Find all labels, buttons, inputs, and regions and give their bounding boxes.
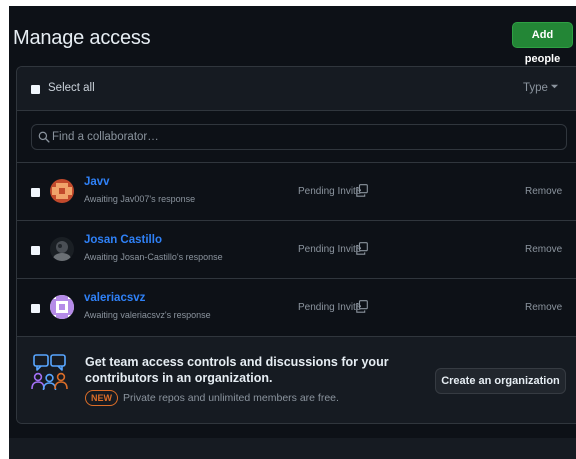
copy-icon[interactable] [356, 184, 368, 197]
create-organization-button[interactable]: Create an organization [435, 368, 566, 394]
promo-heading: Get team access controls and discussions… [85, 355, 389, 385]
manage-access-panel: Manage access Add people Select all Type [9, 6, 576, 459]
team-icon [31, 354, 68, 391]
avatar [50, 295, 74, 319]
avatar [50, 237, 74, 261]
collaborator-username[interactable]: Josan Castillo [84, 234, 162, 246]
select-all-checkbox[interactable] [31, 85, 40, 94]
row-checkbox[interactable] [31, 188, 40, 197]
screen: Manage access Add people Select all Type [0, 0, 576, 459]
copy-icon[interactable] [356, 300, 368, 313]
copy-icon[interactable] [356, 242, 368, 255]
search-input[interactable] [52, 128, 552, 146]
caret-down-icon [550, 84, 559, 89]
footer-strip [9, 438, 576, 459]
type-filter-dropdown[interactable]: Type [523, 82, 559, 94]
pending-invite-label: Pending Invite [298, 186, 362, 197]
collaborator-username[interactable]: Javv [84, 176, 110, 188]
collaborator-row: valeriacsvz Awaiting valeriacsvz's respo… [17, 279, 576, 337]
row-checkbox[interactable] [31, 246, 40, 255]
collaborator-status-text: Awaiting valeriacsvz's response [84, 310, 211, 320]
row-checkbox[interactable] [31, 304, 40, 313]
page-title: Manage access [13, 27, 151, 49]
collaborator-row: Javv Awaiting Jav007's response Pending … [17, 163, 576, 221]
collaborator-row: Josan Castillo Awaiting Josan-Castillo's… [17, 221, 576, 279]
collaborators-box: Select all Type Find a collaborator… Jav… [16, 66, 576, 424]
search-icon [38, 131, 50, 143]
remove-button[interactable]: Remove [525, 244, 562, 255]
remove-button[interactable]: Remove [525, 302, 562, 313]
add-people-button[interactable]: Add people [512, 22, 573, 65]
organization-promo: Get team access controls and discussions… [17, 337, 576, 423]
pending-invite-label: Pending Invite [298, 302, 362, 313]
collaborators-header: Select all Type [17, 67, 576, 111]
remove-button[interactable]: Remove [525, 186, 562, 197]
select-all-label: Select all [48, 82, 95, 94]
collaborator-status-text: Awaiting Josan-Castillo's response [84, 252, 223, 262]
collaborator-username[interactable]: valeriacsvz [84, 292, 145, 304]
type-filter-label: Type [523, 82, 548, 94]
search-section [17, 111, 576, 163]
collaborator-status-text: Awaiting Jav007's response [84, 194, 196, 204]
search-box [31, 124, 567, 150]
new-badge: NEW [85, 390, 118, 406]
avatar [50, 179, 74, 203]
promo-subtext: Private repos and unlimited members are … [123, 392, 339, 404]
pending-invite-label: Pending Invite [298, 244, 362, 255]
